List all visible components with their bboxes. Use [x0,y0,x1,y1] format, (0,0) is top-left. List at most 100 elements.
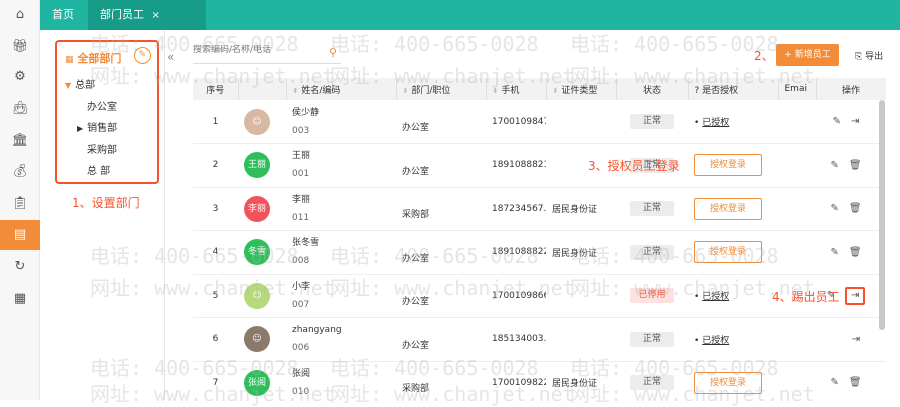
tab-department-staff[interactable]: 部门员工 × [88,0,206,30]
department-tree-box: ▦ 全部部门 ✎ ▼ 总部 办公室 ▶ 销售部 采购部 总 部 [55,40,159,184]
authorize-login-button[interactable]: 授权登录 [694,371,762,394]
table-scrollbar[interactable] [879,100,885,330]
edit-icon[interactable]: ✎ [830,160,838,171]
table-row[interactable]: 1☺侯少静003办公室17001098474正常• 已授权✎⇥ [193,100,886,144]
delete-icon[interactable]: 🗑︎ [849,247,862,258]
kick-out-icon[interactable]: ⇥ [852,334,860,345]
sort-icon[interactable]: ⬍ [293,87,299,95]
cell-ops: ✎ ⇥ [816,100,886,144]
sort-icon[interactable]: ⬍ [403,87,409,95]
avatar-photo: ☺ [244,108,270,135]
sort-icon[interactable]: ⬍ [493,87,499,95]
cell-name: 王丽 001 [286,143,396,188]
top-tab-bar: 首页 部门员工 × [40,0,900,30]
cell-email [778,100,816,144]
money-bag-icon[interactable]: 💰︎ [11,163,29,181]
authorize-login-button[interactable]: 授权登录 [694,197,762,220]
tab-home[interactable]: 首页 [40,0,88,30]
add-employee-button[interactable]: + 新增员工 [776,44,839,66]
table-row[interactable]: 3李丽李丽011采购部187234567...居民身份证正常授权登录✎🗑︎ [193,187,886,231]
all-departments-title[interactable]: ▦ 全部部门 [65,50,121,66]
watermark: 电话: 400-665-0028 [330,32,539,56]
cell-status: 正常 [616,317,688,362]
search-input[interactable] [193,45,318,55]
search-bar: ⚲ [193,44,341,64]
tree-item-hq[interactable]: ▼ 总部 [65,76,95,91]
gift-icon[interactable]: 🎁︎ [11,38,29,56]
employee-name: 王丽 [292,151,311,162]
cell-status: 正常 [616,361,688,400]
cell-auth: 授权登录 [688,143,778,188]
building-icon[interactable]: 🏛︎ [11,132,29,150]
export-button[interactable]: ⎘ 导出 [855,49,883,62]
tree-item-label: 总部 [75,80,96,91]
caret-right-icon[interactable]: ▶ [77,124,83,133]
table-row[interactable]: 4冬雪 张冬雪 008 办公室18910888221居民身份证正常 授权登录 ✎ 🗑︎ [193,230,886,275]
left-nav-sidebar: ⌂ 🎁︎ ⚙ 👜︎ 🏛︎ 💰︎ 📋︎ ▤ ↻ ▦ [0,0,40,400]
cell-email [778,187,816,231]
clipboard-icon[interactable]: 📋︎ [11,195,29,213]
status-badge: 已停用 [630,288,674,304]
delete-icon[interactable]: 🗑︎ [849,203,862,214]
cell-avatar: 冬雪 [238,230,286,275]
kick-out-icon[interactable]: ⇥ [845,286,866,305]
status-badge: 正常 [630,114,674,129]
cell-auth: 授权登录 [688,230,778,275]
id-card-icon[interactable]: ▤ [0,220,40,250]
cell-dept: 办公室 [396,317,486,362]
authorized-link[interactable]: 已授权 [702,292,729,302]
bag-icon[interactable]: 👜︎ [11,100,29,118]
edit-icon[interactable]: ✎ [830,247,838,258]
table-row[interactable]: 2王丽王丽001办公室18910888210正常授权登录✎🗑︎ [193,143,886,188]
search-icon[interactable]: ⚲ [329,46,337,59]
refresh-icon[interactable]: ↻ [11,258,29,276]
delete-icon[interactable]: 🗑︎ [849,160,862,171]
header-email: Emai [778,78,817,100]
close-icon[interactable]: × [152,10,160,21]
settings-home-icon[interactable]: ⚙ [11,68,29,86]
edit-icon[interactable]: ✎ [830,377,838,388]
cell-status: 已停用 [616,274,688,318]
authorized-link[interactable]: 已授权 [702,336,729,346]
cell-auth: 授权登录 [688,361,778,400]
table-row[interactable]: 6☺ zhangyang 006 办公室185134003... 正常 • 已授权 ⇥ [193,317,886,362]
edit-department-icon[interactable]: ✎ [134,47,151,64]
table-row[interactable]: 7张阅张阅010采购部17001098228居民身份证正常授权登录✎🗑︎ [193,361,886,400]
status-badge: 正常 [630,201,674,217]
cell-seq: 2 [193,143,238,188]
authorize-login-button[interactable]: 授权登录 [694,154,762,177]
annotation-kick-employee: 4、踢出员工 [772,290,840,304]
tree-item-hq-2[interactable]: 总 部 [87,162,110,177]
tree-item-office[interactable]: 办公室 [87,98,117,113]
cell-ops: ✎ 🗑︎ [816,187,886,231]
header-id-type[interactable]: ⬍ 证件类型 [546,78,617,100]
delete-icon[interactable]: 🗑︎ [849,377,862,388]
cell-avatar: 张阅 [238,361,286,400]
header-dept-label: 部门/职位 [411,85,451,96]
header-auth-label: 是否授权 [702,85,739,96]
header-dept[interactable]: ⬍ 部门/职位 [396,78,487,100]
edit-icon[interactable]: ✎ [833,116,841,127]
header-name[interactable]: ⬍ 姓名/编码 [286,78,397,100]
cell-id-type [546,274,616,318]
caret-down-icon[interactable]: ▼ [65,81,71,90]
grid-icon: ▦ [65,55,74,65]
employee-table: 序号 ⬍ 姓名/编码 ⬍ 部门/职位 ⬍ 手机 ⬍ 证件类型 状态 ? 是否授权 Ema… [193,78,886,400]
authorized-link[interactable]: 已授权 [702,118,729,128]
cell-id-type [546,100,616,144]
header-phone[interactable]: ⬍ 手机 [486,78,547,100]
kick-out-icon[interactable]: ⇥ [851,116,859,127]
cell-ops: ✎ 🗑︎ [816,361,886,400]
header-phone-label: 手机 [501,85,520,96]
cell-seq: 1 [193,100,238,144]
edit-icon[interactable]: ✎ [830,203,838,214]
authorize-login-button[interactable]: 授权登录 [694,241,762,264]
sort-icon[interactable]: ⬍ [553,87,559,95]
collapse-panel-icon[interactable]: « [167,50,174,64]
help-icon[interactable]: ? [695,86,700,96]
home-icon[interactable]: ⌂ [11,6,29,24]
cell-auth: 授权登录 [688,187,778,231]
tree-item-purchasing[interactable]: 采购部 [87,141,117,156]
tree-item-sales[interactable]: ▶ 销售部 [77,119,117,134]
document-icon[interactable]: ▦ [11,290,29,308]
